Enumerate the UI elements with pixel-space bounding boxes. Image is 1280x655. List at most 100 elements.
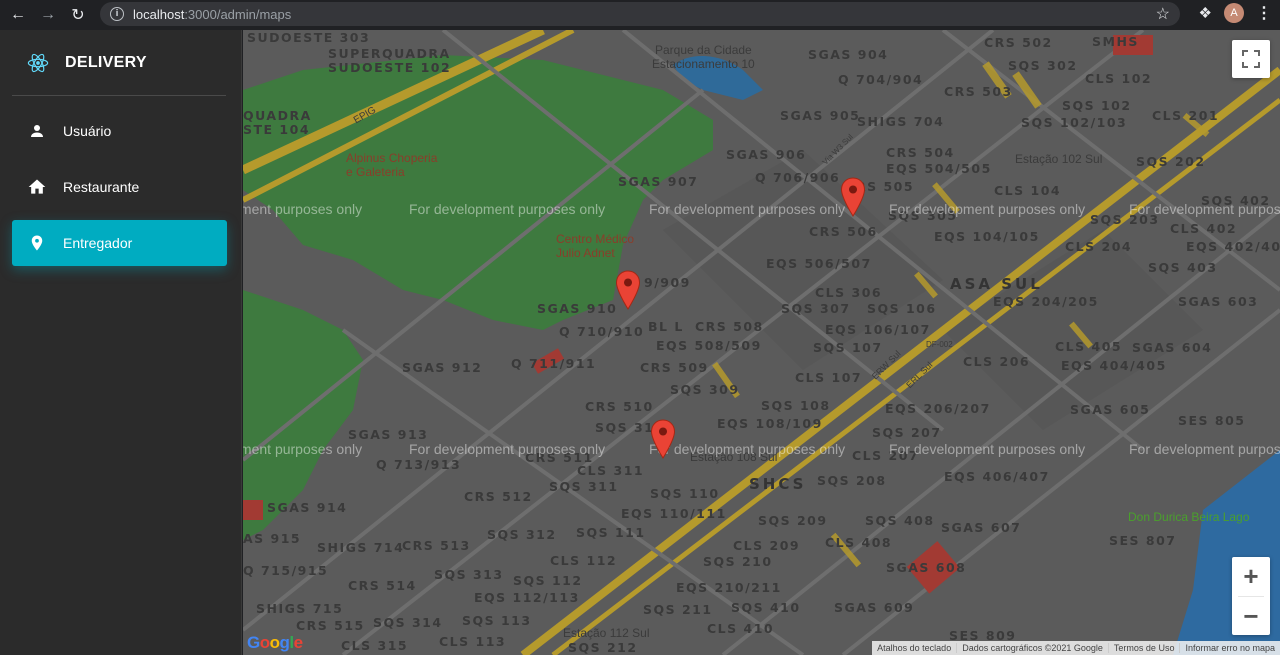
area-label: EQS 112/113: [474, 590, 580, 605]
brand-name: DELIVERY: [65, 53, 147, 71]
area-label: SMHS: [1092, 34, 1139, 49]
area-label: SGAS 609: [834, 600, 915, 615]
area-label: SUDOESTE 303: [247, 30, 371, 45]
area-label: CLS 311: [577, 463, 645, 478]
dev-watermark: For development purposes only: [649, 201, 846, 217]
area-label: BL L: [648, 319, 684, 334]
browser-toolbar: ← → ↻ i localhost:3000/admin/maps ☆ ❖ A …: [0, 0, 1280, 30]
home-icon: [27, 177, 47, 197]
poi-name: Centro Médico: [556, 232, 635, 246]
area-label: SHIGS 704: [857, 114, 945, 129]
area-label: SQS 110: [650, 486, 720, 501]
area-label: CRS 515: [296, 618, 365, 633]
url-host: localhost: [133, 6, 185, 22]
area-label: CLS 209: [733, 538, 801, 553]
map-marker[interactable]: [650, 419, 676, 459]
poi-label: Estação 102 Sul: [1015, 152, 1103, 166]
address-bar[interactable]: i localhost:3000/admin/maps ☆: [100, 2, 1180, 26]
terms-link[interactable]: Termos de Uso: [1107, 643, 1180, 653]
poi-label: Alpinus Choperia e Galeteria: [346, 151, 437, 179]
area-label: SQS 302: [1008, 58, 1078, 73]
zoom-out-button[interactable]: −: [1232, 597, 1270, 636]
map-canvas[interactable]: SUDOESTE 303 SUPERQUADRA SUDOESTE 102 QU…: [243, 30, 1280, 655]
poi-label: Centro Médico Julio Adnet: [556, 232, 634, 260]
map-marker[interactable]: [615, 270, 641, 310]
area-label: EQS 204/205: [993, 294, 1099, 309]
poi-name-line2: e Galeteria: [346, 165, 405, 179]
brand[interactable]: DELIVERY: [12, 30, 226, 96]
area-label: SQS 111: [576, 525, 646, 540]
area-label: Q 713/913: [376, 457, 462, 472]
sidebar: DELIVERY Usuário Restaurante Entregador: [0, 30, 242, 655]
area-label: EQS 104/105: [934, 229, 1040, 244]
forward-arrow-icon[interactable]: →: [36, 3, 60, 27]
fullscreen-icon: [1242, 50, 1260, 68]
star-icon[interactable]: ☆: [1156, 4, 1170, 24]
area-label: SQS 106: [867, 301, 937, 316]
sidebar-item-entregador[interactable]: Entregador: [12, 220, 227, 266]
keyboard-shortcuts-link[interactable]: Atalhos do teclado: [872, 643, 956, 653]
zoom-in-button[interactable]: +: [1232, 557, 1270, 596]
area-label: EQS 206/207: [885, 401, 991, 416]
district-label: SHCS: [749, 475, 807, 493]
area-label: SGAS 604: [1132, 340, 1213, 355]
google-logo[interactable]: Google: [247, 633, 303, 653]
area-label: SQS 210: [703, 554, 773, 569]
puzzle-icon[interactable]: ❖: [1199, 4, 1212, 22]
sidebar-menu: Usuário Restaurante Entregador: [0, 96, 241, 266]
area-label: CLS 408: [825, 535, 893, 550]
area-label: SQS 209: [758, 513, 828, 528]
area-label: SUDOESTE 102: [328, 60, 452, 75]
area-label: EQS 106/107: [825, 322, 931, 337]
dev-watermark: For development purposes only: [243, 201, 363, 217]
info-icon[interactable]: i: [110, 7, 124, 21]
area-label: SQS 311: [549, 479, 619, 494]
area-label: SQS 107: [813, 340, 883, 355]
fullscreen-button[interactable]: [1232, 40, 1270, 78]
road-label: DF-002: [926, 340, 953, 349]
map-marker[interactable]: [840, 177, 866, 217]
dev-watermark: For development purposes only: [1129, 441, 1280, 457]
sidebar-item-restaurante[interactable]: Restaurante: [12, 164, 227, 210]
area-label: SGAS 910: [537, 301, 618, 316]
back-arrow-icon[interactable]: ←: [6, 3, 30, 27]
dev-watermark: For development purposes only: [243, 441, 363, 457]
avatar[interactable]: A: [1224, 3, 1244, 23]
area-label: Q 711/911: [511, 356, 597, 371]
kebab-menu-icon[interactable]: ⋮: [1256, 3, 1272, 23]
area-label: EQS 506/507: [766, 256, 872, 271]
poi-label: Don Durica Beira Lago: [1128, 510, 1250, 524]
dev-watermark: For development purposes only: [409, 441, 606, 457]
area-label: SQS 102: [1062, 98, 1132, 113]
url-text[interactable]: localhost:3000/admin/maps: [133, 7, 291, 22]
area-label: CRS 509: [640, 360, 709, 375]
report-error-link[interactable]: Informar erro no mapa: [1179, 643, 1280, 653]
area-label: SES 805: [1178, 413, 1246, 428]
reload-icon[interactable]: ↻: [66, 3, 90, 27]
area-label: SQS 31: [595, 420, 655, 435]
area-label: SGAS 607: [941, 520, 1022, 535]
map-data-text: Dados cartográficos ©2021 Google: [956, 643, 1108, 653]
area-label: SUPERQUADRA: [328, 46, 451, 61]
area-label: CLS 405: [1055, 339, 1123, 354]
sidebar-item-usuario[interactable]: Usuário: [12, 108, 227, 154]
zoom-control: + −: [1232, 557, 1270, 635]
area-label: SGAS 906: [726, 147, 807, 162]
area-label: SQS 408: [865, 513, 935, 528]
area-label: EQS 406/407: [944, 469, 1050, 484]
area-label: SGAS 912: [402, 360, 483, 375]
area-label: SGAS 603: [1178, 294, 1259, 309]
area-label: QUADRA: [243, 108, 312, 123]
area-label: SQS 208: [817, 473, 887, 488]
area-label: SGAS 907: [618, 174, 699, 189]
area-label: SQS 108: [761, 398, 831, 413]
area-label: CRS 513: [402, 538, 471, 553]
area-label: SQS 403: [1148, 260, 1218, 275]
area-label: CRS 510: [585, 399, 654, 414]
area-label: CRS 503: [944, 84, 1013, 99]
area-label: CRS 502: [984, 35, 1053, 50]
area-label: CLS 112: [550, 553, 618, 568]
area-label: SQS 202: [1136, 154, 1206, 169]
area-label: EQS 210/211: [676, 580, 782, 595]
area-label: Q 704/904: [838, 72, 924, 87]
